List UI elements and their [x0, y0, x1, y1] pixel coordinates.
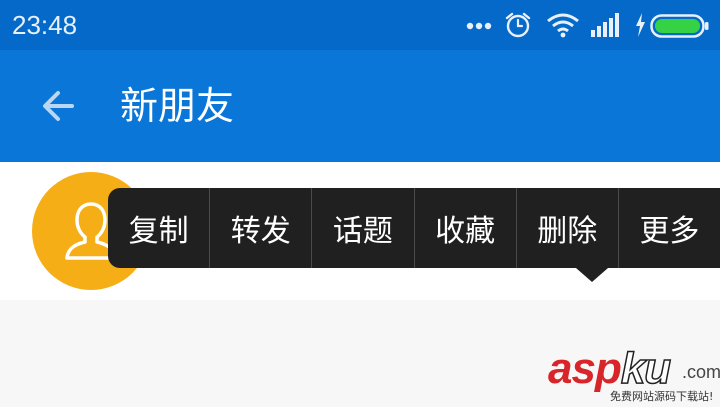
app-bar: 新朋友 — [0, 50, 720, 162]
battery-fill — [655, 19, 700, 33]
status-bar: 23:48 — [0, 0, 720, 50]
menu-item-topic[interactable]: 话题 — [312, 188, 415, 268]
menu-item-delete[interactable]: 删除 — [517, 188, 619, 268]
menu-item-forward[interactable]: 转发 — [210, 188, 313, 268]
menu-item-favorite[interactable]: 收藏 — [415, 188, 517, 268]
alarm-icon — [505, 12, 531, 38]
menu-item-more[interactable]: 更多 — [619, 188, 720, 268]
status-icons — [460, 0, 720, 50]
watermark-logo: aspku .com 免费网站源码下载站! — [548, 344, 720, 403]
battery-icon — [650, 14, 709, 38]
context-menu-pointer — [576, 268, 608, 282]
signal-icon — [591, 13, 619, 37]
watermark-domain: .com — [682, 362, 720, 382]
watermark-text: aspku — [548, 344, 672, 393]
arrow-left-icon — [43, 91, 74, 121]
page-title: 新朋友 — [120, 84, 235, 128]
charging-icon — [636, 13, 645, 37]
watermark-subtitle: 免费网站源码下载站! — [610, 390, 714, 403]
status-time: 23:48 — [12, 10, 78, 40]
more-dots-icon — [466, 22, 492, 30]
context-menu: 复制 转发 话题 收藏 删除 更多 — [108, 188, 720, 268]
wifi-icon — [547, 13, 579, 38]
back-button[interactable] — [30, 78, 86, 134]
menu-item-copy[interactable]: 复制 — [108, 188, 211, 268]
